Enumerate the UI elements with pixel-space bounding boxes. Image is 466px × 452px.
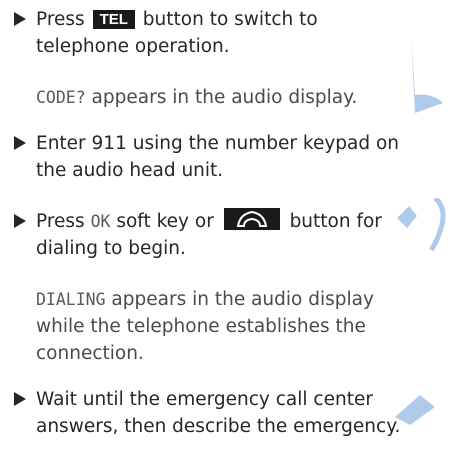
note-1: CODE? appears in the audio display. (36, 87, 358, 108)
step-2: Enter 911 using the number keypad on the… (0, 130, 466, 190)
step-2-text: Enter 911 using the number keypad on the… (36, 133, 400, 181)
note-2: DIALING appears in the audio display whi… (36, 289, 374, 364)
step-1-text: Press TEL button to switch to telephone … (36, 9, 318, 57)
step-3-text: Press OK soft key or button for dialing … (36, 208, 464, 262)
bullet-arrow-icon (14, 136, 26, 150)
display-code: DIALING (36, 290, 106, 309)
step-4-text: Wait until the emergency call center ans… (36, 389, 401, 437)
bullet-arrow-icon (14, 392, 26, 406)
tel-key-icon: TEL (92, 10, 135, 29)
soft-key-label: OK (90, 212, 111, 231)
display-code: CODE? (36, 88, 86, 107)
bullet-arrow-icon (14, 214, 26, 228)
phone-handset-icon (223, 208, 280, 230)
step-1: Press TEL button to switch to telephone … (0, 6, 466, 66)
step-3: Press OK soft key or button for dialing … (0, 208, 466, 268)
step-4: Wait until the emergency call center ans… (0, 386, 466, 446)
document-page: Press TEL button to switch to telephone … (0, 0, 466, 452)
bullet-arrow-icon (14, 12, 26, 26)
